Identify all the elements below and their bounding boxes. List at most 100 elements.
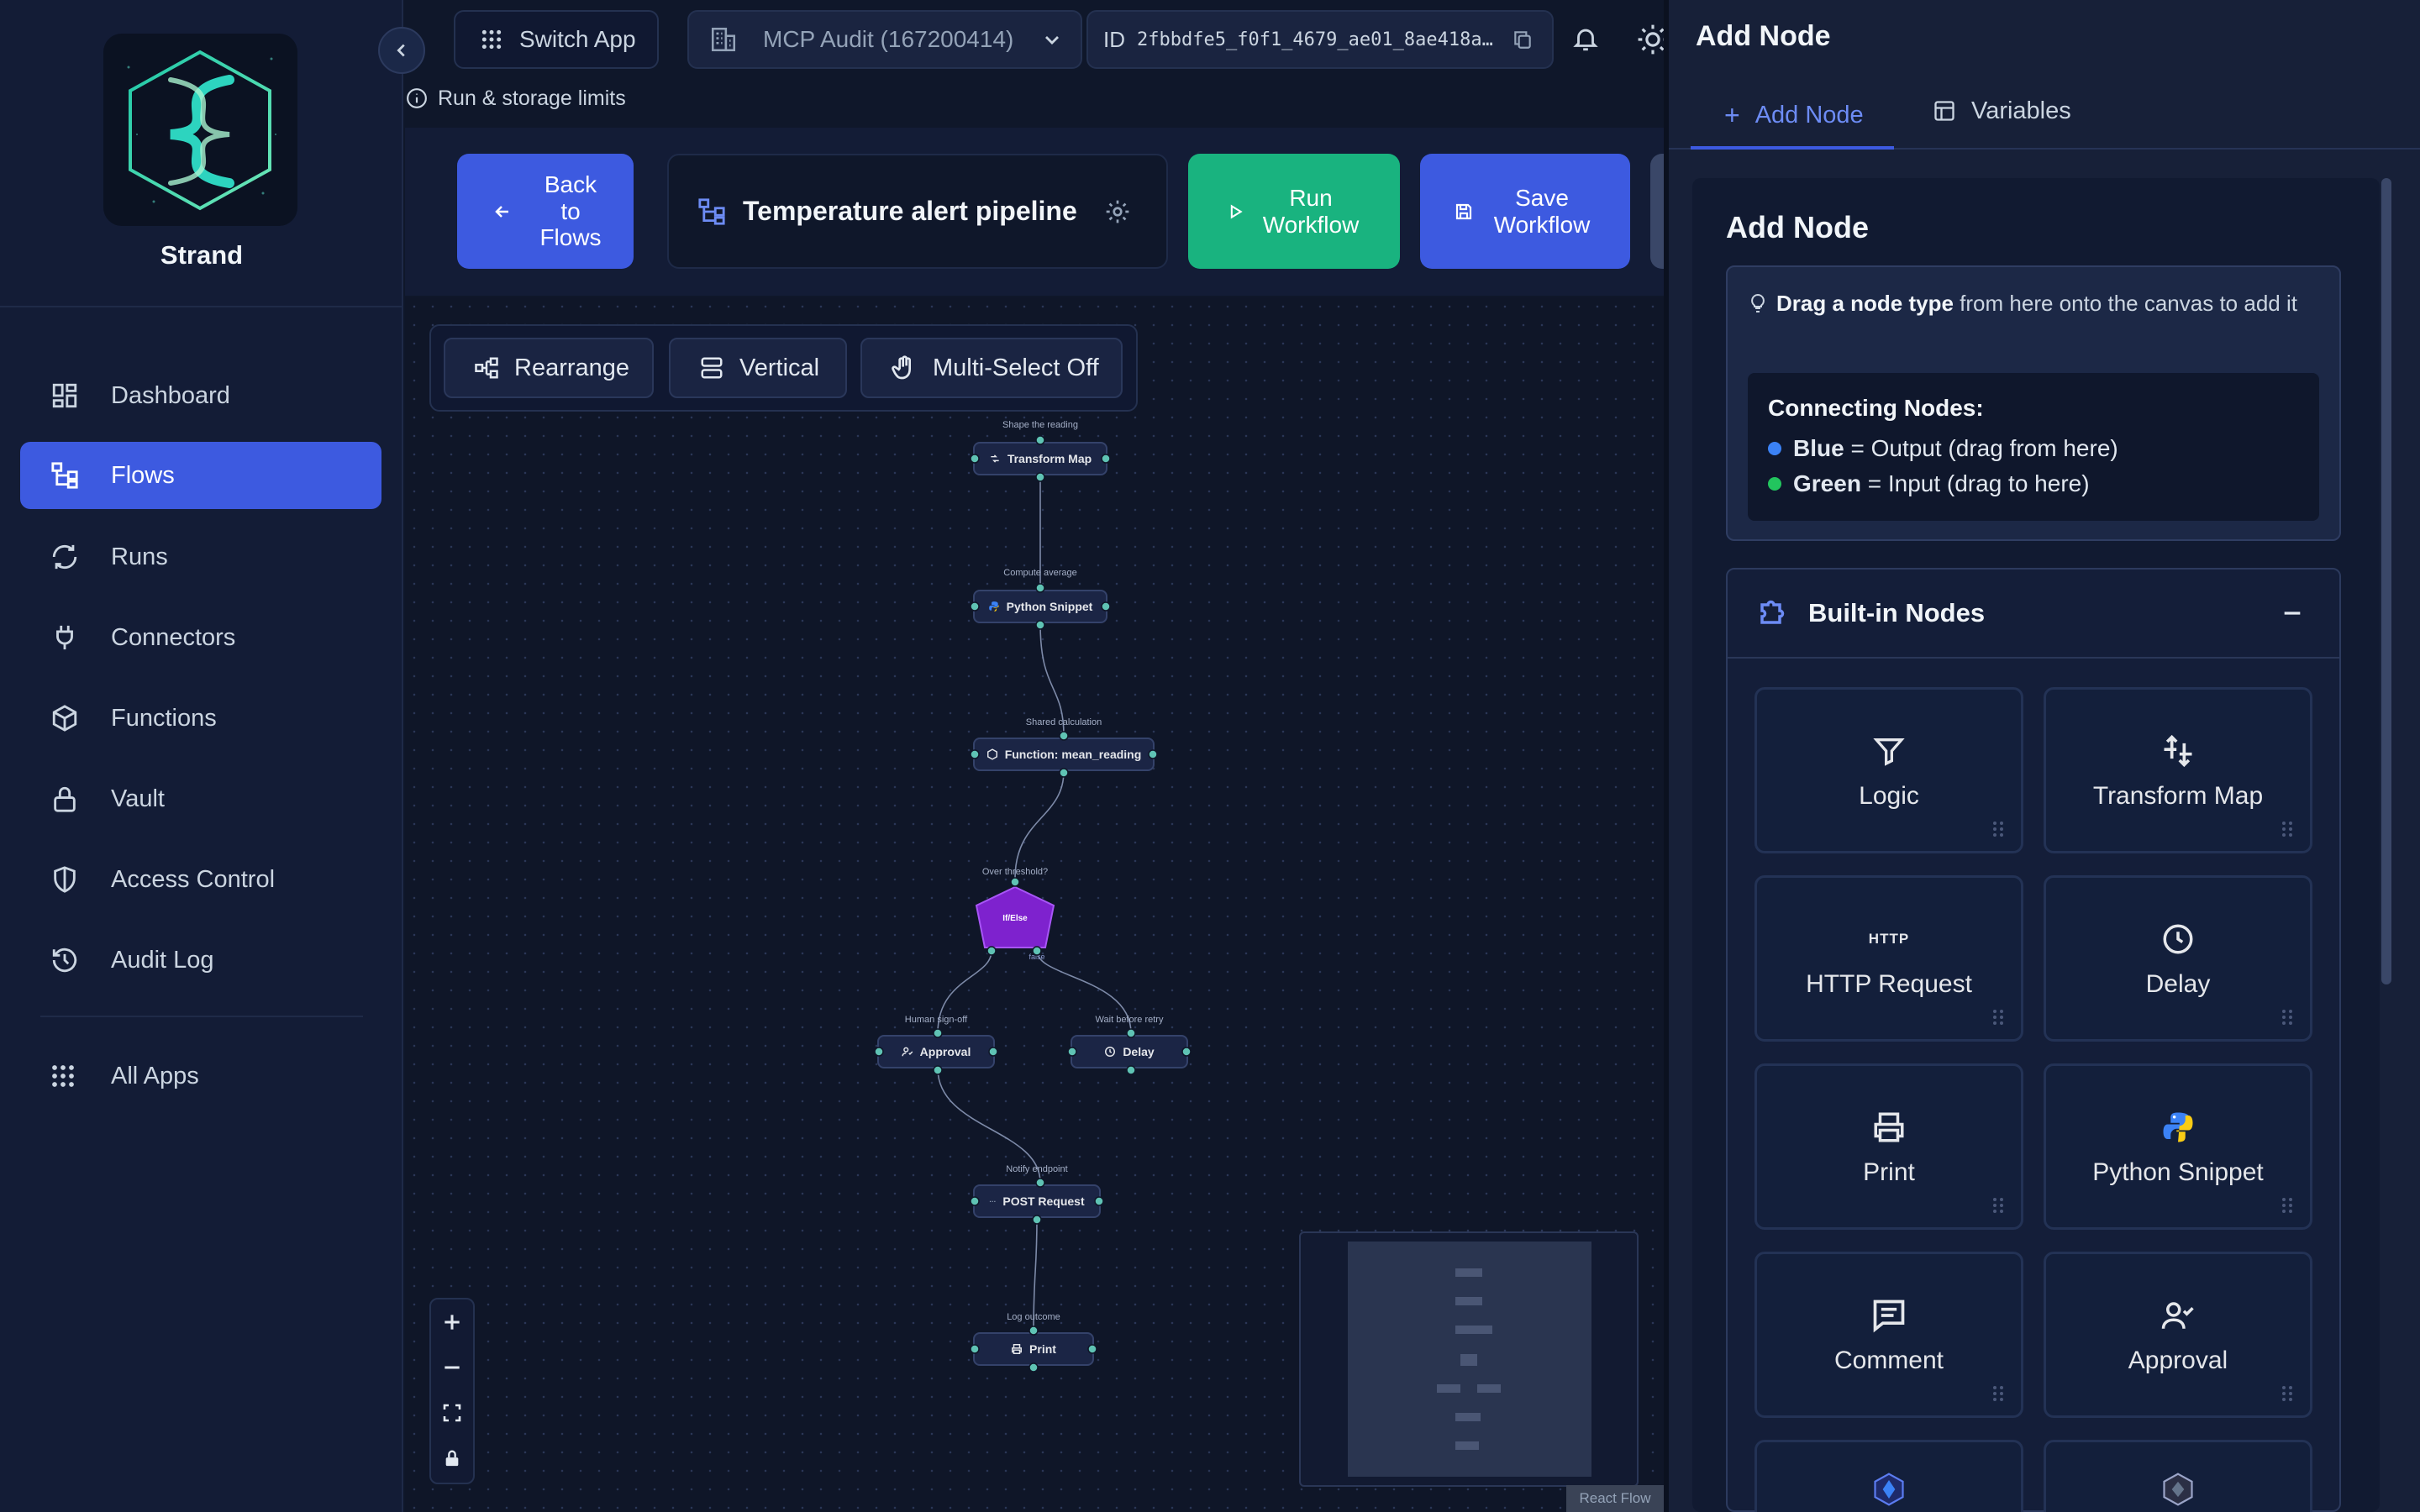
react-flow-attribution[interactable]: React Flow (1566, 1485, 1664, 1512)
panel-scrollbar[interactable] (2381, 178, 2391, 984)
hexagon-logo-icon (2163, 1473, 2193, 1506)
save-icon (1454, 202, 1474, 222)
node-label: Human sign-off (904, 1015, 968, 1025)
tile-delay[interactable]: Delay (2044, 875, 2312, 1042)
tab-add-node[interactable]: + Add Node (1691, 84, 1894, 150)
chevron-left-icon (397, 44, 405, 57)
approval-icon (902, 1046, 913, 1058)
fit-view-icon[interactable] (431, 1390, 473, 1436)
save-workflow-button[interactable]: Save Workflow (1420, 154, 1630, 269)
gear-icon[interactable] (1104, 198, 1131, 225)
tile-custom-1[interactable] (1754, 1440, 2023, 1512)
play-icon (1227, 203, 1244, 220)
node-python-snippet[interactable]: Python Snippet (973, 590, 1107, 623)
vertical-button[interactable]: Vertical (669, 338, 847, 398)
back-label: Back to Flows (539, 171, 602, 251)
drag-handle-icon[interactable] (2281, 1197, 2293, 1214)
hand-icon (891, 354, 918, 381)
node-label: Notify endpoint (1006, 1164, 1068, 1174)
sidebar-item-label: Flows (111, 461, 175, 489)
chevron-down-icon (1042, 29, 1062, 50)
sidebar-item-vault[interactable]: Vault (20, 765, 381, 832)
tile-print[interactable]: Print (1754, 1063, 2023, 1230)
tile-custom-2[interactable] (2044, 1440, 2312, 1512)
tile-label: Print (1863, 1158, 1915, 1186)
node-approval[interactable]: Approval (877, 1035, 995, 1068)
edge (1014, 770, 1065, 879)
tile-transform-map[interactable]: Transform Map (2044, 687, 2312, 853)
tile-label: HTTP Request (1806, 970, 1972, 998)
multi-select-button[interactable]: Multi-Select Off (860, 338, 1123, 398)
sidebar-item-connectors[interactable]: Connectors (20, 604, 381, 671)
node-print[interactable]: Print (973, 1332, 1094, 1366)
drag-handle-icon[interactable] (1992, 821, 2004, 837)
sidebar: Strand Dashboard Flows Runs Connectors F… (0, 0, 403, 1512)
switch-app-label: Switch App (519, 26, 636, 52)
node-title: If/Else (1002, 914, 1028, 923)
blue-dot-icon (1768, 442, 1781, 455)
collapse-minus-icon[interactable] (2281, 601, 2304, 625)
multi-select-label: Multi-Select Off (933, 354, 1099, 381)
sidebar-item-label: Dashboard (111, 381, 230, 409)
node-delay[interactable]: Delay (1071, 1035, 1188, 1068)
rearrange-button[interactable]: Rearrange (444, 338, 654, 398)
cube-icon (986, 748, 998, 760)
org-selector[interactable]: MCP Audit (167200414) (687, 10, 1082, 69)
hexagon-logo-icon (1874, 1473, 1904, 1506)
drag-handle-icon[interactable] (1992, 1009, 2004, 1026)
tile-comment[interactable]: Comment (1754, 1252, 2023, 1418)
node-label: Over threshold? (981, 867, 1049, 877)
tile-python-snippet[interactable]: Python Snippet (2044, 1063, 2312, 1230)
transform-icon (989, 453, 1001, 465)
drag-handle-icon[interactable] (1992, 1385, 2004, 1402)
sidebar-item-audit-log[interactable]: Audit Log (20, 927, 381, 994)
tile-http-request[interactable]: HTTP HTTP Request (1754, 875, 2023, 1042)
switch-app-button[interactable]: Switch App (454, 10, 659, 69)
drag-handle-icon[interactable] (2281, 1009, 2293, 1026)
copy-icon[interactable] (1512, 29, 1534, 50)
node-post-request[interactable]: ··· POST Request (973, 1184, 1101, 1218)
node-if-else[interactable]: If/Else (973, 884, 1057, 951)
tile-approval[interactable]: Approval (2044, 1252, 2312, 1418)
collapse-sidebar-button[interactable] (378, 27, 425, 74)
more-button-partial[interactable] (1650, 154, 1664, 269)
bell-icon[interactable] (1571, 24, 1600, 54)
node-transform-map[interactable]: Transform Map (973, 442, 1107, 475)
green-bold: Green (1793, 470, 1861, 496)
flow-name-box: Temperature alert pipeline (667, 154, 1168, 269)
node-title: Delay (1123, 1045, 1155, 1058)
back-to-flows-button[interactable]: Back to Flows (457, 154, 634, 269)
http-icon-text: HTTP (1868, 931, 1910, 947)
panel-title: Add Node (1696, 20, 1831, 52)
clock-icon (2160, 918, 2196, 960)
shield-icon (50, 865, 97, 894)
builtin-title: Built-in Nodes (1808, 598, 1986, 627)
building-icon (709, 25, 738, 54)
sidebar-item-all-apps[interactable]: All Apps (20, 1042, 381, 1110)
approval-icon (2159, 1294, 2197, 1336)
minimap[interactable] (1299, 1231, 1639, 1487)
tile-label: Python Snippet (2092, 1158, 2264, 1186)
sidebar-item-dashboard[interactable]: Dashboard (20, 362, 381, 429)
run-workflow-button[interactable]: Run Workflow (1188, 154, 1400, 269)
tile-label: Comment (1833, 1347, 1944, 1374)
sidebar-item-label: Vault (111, 785, 165, 812)
tile-logic[interactable]: Logic (1754, 687, 2023, 853)
sidebar-item-runs[interactable]: Runs (20, 523, 381, 591)
sidebar-item-label: Functions (111, 704, 217, 732)
node-function[interactable]: Function: mean_reading (973, 738, 1155, 771)
flows-icon (50, 461, 97, 490)
zoom-in-icon[interactable] (431, 1299, 473, 1345)
sidebar-item-flows[interactable]: Flows (20, 442, 381, 509)
run-storage-limits[interactable]: Run & storage limits (406, 84, 626, 113)
zoom-out-icon[interactable] (431, 1345, 473, 1390)
sidebar-item-functions[interactable]: Functions (20, 685, 381, 752)
save-label: Save Workflow (1493, 185, 1591, 238)
sidebar-item-access-control[interactable]: Access Control (20, 846, 381, 913)
drag-handle-icon[interactable] (1992, 1197, 2004, 1214)
drag-handle-icon[interactable] (2281, 821, 2293, 837)
drag-handle-icon[interactable] (2281, 1385, 2293, 1402)
lock-icon[interactable] (431, 1436, 473, 1481)
tab-variables[interactable]: Variables (1933, 84, 2118, 138)
vertical-label: Vertical (739, 354, 820, 381)
